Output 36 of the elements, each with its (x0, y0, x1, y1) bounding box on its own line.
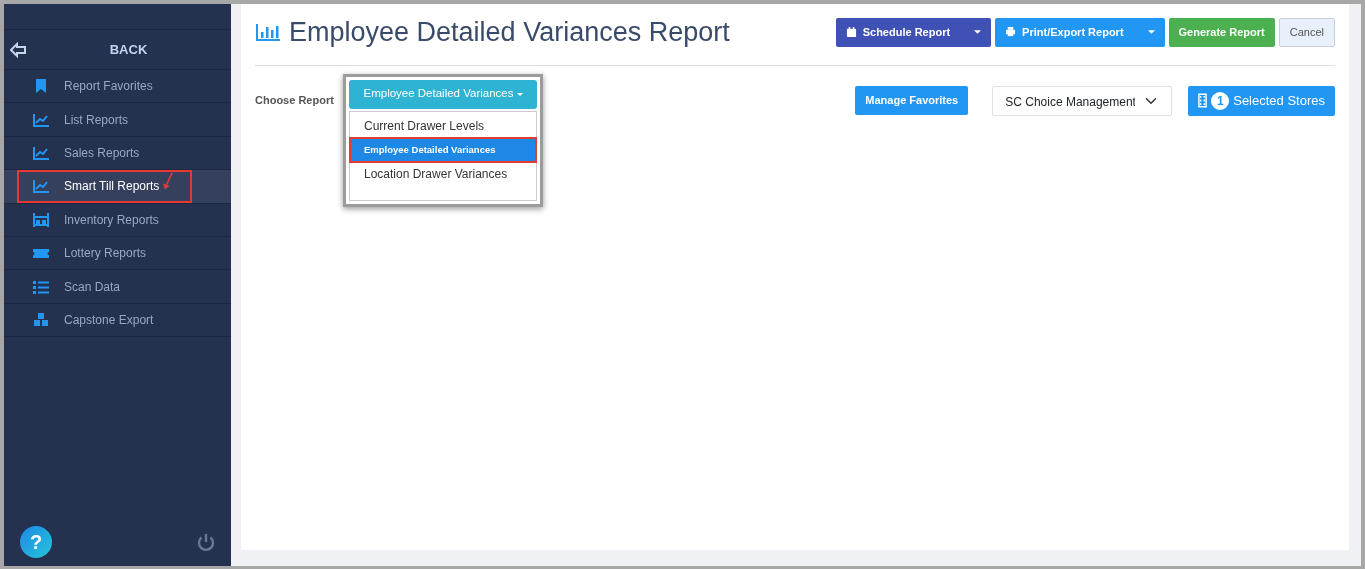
count-badge: 1 (1211, 91, 1230, 110)
cancel-button[interactable]: Cancel (1278, 17, 1335, 47)
choose-report-label: Choose Report (255, 92, 335, 108)
back-icon[interactable] (10, 41, 26, 58)
sidebar-item[interactable]: List Reports (4, 103, 231, 137)
split-button[interactable]: Print/Export Report (995, 17, 1165, 47)
shelf-icon (32, 211, 50, 228)
list-icon (32, 278, 50, 295)
bar-chart-icon (255, 22, 281, 43)
printer-icon (1005, 26, 1017, 39)
company-select[interactable]: SC Choice Management (992, 85, 1173, 116)
page-title: Employee Detailed Variances Report (289, 16, 730, 49)
line-chart-icon (32, 178, 50, 195)
calendar-icon (845, 26, 857, 39)
sidebar-item[interactable]: Smart Till Reports (4, 170, 231, 204)
caret-icon (516, 92, 523, 96)
selected-stores-button[interactable]: 1 Selected Stores (1188, 85, 1335, 116)
caret-icon (1147, 30, 1155, 35)
dropdown-option[interactable]: Location Drawer Variances (350, 161, 536, 186)
sidebar-item[interactable]: Capstone Export (4, 303, 231, 338)
back-link[interactable]: BACK (26, 39, 231, 60)
dropdown-option[interactable]: Current Drawer Levels (350, 113, 536, 138)
dropdown-option[interactable]: Employee Detailed Variances (350, 137, 536, 162)
cubes-icon (32, 311, 50, 328)
sidebar-item[interactable]: Report Favorites (4, 70, 231, 104)
line-chart-icon (32, 144, 50, 161)
line-chart-icon (32, 111, 50, 128)
power-icon[interactable] (195, 531, 217, 553)
building-icon (1198, 93, 1208, 108)
split-button[interactable]: Schedule Report (835, 17, 992, 47)
sidebar-item[interactable]: Inventory Reports (4, 203, 231, 237)
sidebar-item[interactable]: Lottery Reports (4, 236, 231, 271)
caret-icon (974, 30, 982, 35)
sidebar-item[interactable]: Scan Data (4, 270, 231, 304)
pointer-arrow (162, 172, 174, 191)
manage-favorites-button[interactable]: Manage Favorites (855, 86, 969, 115)
